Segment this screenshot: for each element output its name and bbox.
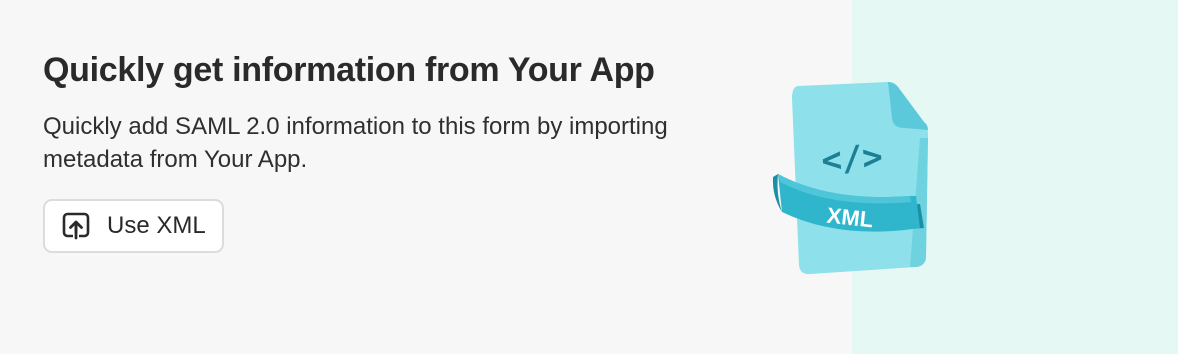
xml-file-icon: </> XML	[770, 78, 940, 278]
card-title: Quickly get information from Your App	[43, 51, 655, 89]
upload-icon	[61, 211, 91, 241]
card-content: Quickly get information from Your App Qu…	[43, 48, 703, 253]
use-xml-button-label: Use XML	[107, 212, 206, 239]
saml-import-card: Quickly get information from Your App Qu…	[0, 0, 1178, 354]
ribbon-label: XML	[826, 203, 875, 233]
card-description: Quickly add SAML 2.0 information to this…	[43, 113, 668, 173]
use-xml-button[interactable]: Use XML	[43, 199, 224, 253]
code-glyph: </>	[820, 137, 884, 181]
